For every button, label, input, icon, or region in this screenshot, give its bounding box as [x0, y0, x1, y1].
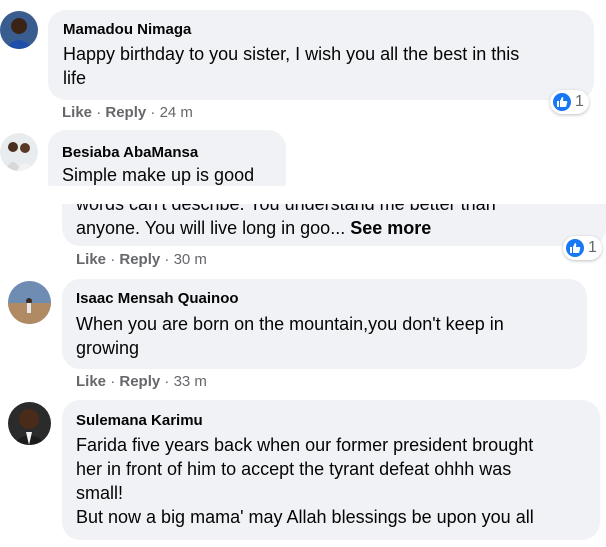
comment-text-line: When you are born on the mountain,you do… — [76, 314, 504, 334]
comment-text-line: Happy birthday to you sister, I wish you… — [63, 44, 520, 64]
like-link[interactable]: Like — [76, 373, 106, 390]
reply-link[interactable]: Reply — [105, 104, 146, 121]
comment-author[interactable]: Isaac Mensah Quainoo — [76, 290, 239, 307]
comment-actions: Like · Reply · 24 m — [62, 104, 193, 121]
like-link[interactable]: Like — [76, 251, 106, 268]
avatar-photo — [8, 281, 51, 324]
see-more-link[interactable]: See more — [350, 218, 431, 238]
comment-author[interactable]: Sulemana Karimu — [76, 412, 203, 429]
avatar[interactable] — [8, 402, 51, 445]
separator: · — [164, 373, 170, 390]
avatar-photo — [0, 133, 38, 171]
reply-link[interactable]: Reply — [119, 251, 160, 268]
comment-author[interactable]: Mamadou Nimaga — [63, 21, 191, 38]
separator: · — [164, 251, 170, 268]
comment-text-line: life — [63, 68, 87, 88]
comment-timestamp[interactable]: 33 m — [174, 373, 207, 390]
comment-actions: Like · Reply · 30 m — [76, 251, 207, 268]
separator: · — [96, 104, 102, 121]
comment-text-line: But now a big mama' may Allah blessings … — [76, 507, 534, 527]
reaction-count-badge[interactable]: 1 — [550, 90, 589, 114]
thumbs-up-icon — [553, 93, 571, 111]
comment-timestamp[interactable]: 24 m — [160, 104, 193, 121]
avatar[interactable] — [8, 281, 51, 324]
comment-text-line: Simple make up is good — [62, 165, 255, 185]
comment-text: words can't describe. You understand me … — [76, 204, 496, 240]
avatar-photo — [8, 402, 51, 445]
separator: · — [110, 251, 116, 268]
comment-clip: Besiaba AbaMansa Simple make up is good — [0, 128, 606, 186]
comment-text-line: small! — [76, 483, 124, 503]
comment-text: Farida five years back when our former p… — [76, 433, 534, 529]
comment-text: Simple make up is good — [62, 163, 254, 186]
avatar-photo — [0, 11, 38, 49]
comment-clip: words can't describe. You understand me … — [0, 204, 606, 274]
like-link[interactable]: Like — [62, 104, 92, 121]
comment-text-line: words can't describe. You understand me … — [76, 204, 496, 214]
reaction-count: 1 — [588, 239, 597, 256]
avatar[interactable] — [0, 133, 38, 171]
comment-text-line: growing — [76, 338, 140, 358]
reaction-count-badge[interactable]: 1 — [563, 236, 602, 260]
comment-text: Happy birthday to you sister, I wish you… — [63, 42, 519, 90]
comment-author[interactable]: Besiaba AbaMansa — [62, 144, 198, 161]
comment-text: When you are born on the mountain,you do… — [76, 312, 504, 360]
comment-actions: Like · Reply · 33 m — [76, 373, 207, 390]
avatar[interactable] — [0, 11, 38, 49]
separator: · — [150, 104, 156, 121]
thumbs-up-icon — [566, 239, 584, 257]
comment-text-line: anyone. You will live long in goo... See… — [76, 218, 432, 238]
comment-text-line: Farida five years back when our former p… — [76, 435, 534, 455]
separator: · — [110, 373, 116, 390]
reaction-count: 1 — [575, 93, 584, 110]
comment-timestamp[interactable]: 30 m — [174, 251, 207, 268]
comment-text-line: her in front of him to accept the tyrant… — [76, 459, 512, 479]
reply-link[interactable]: Reply — [119, 373, 160, 390]
